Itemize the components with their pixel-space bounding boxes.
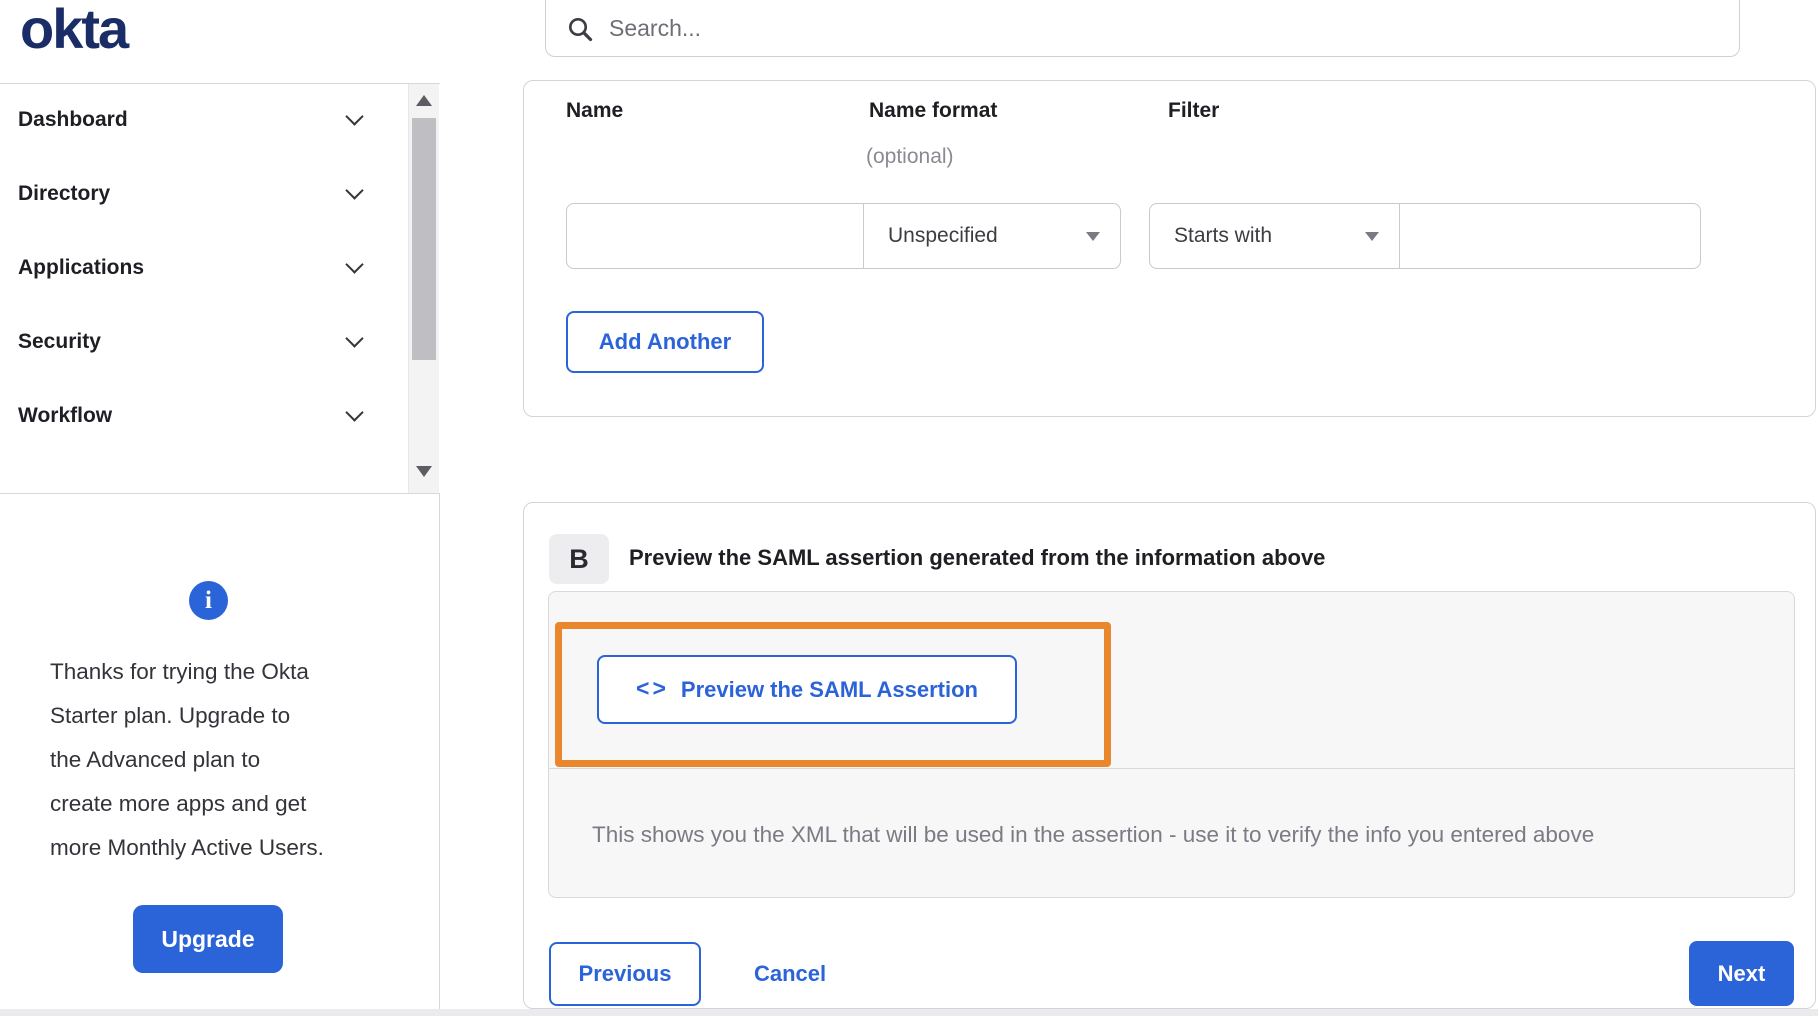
previous-button[interactable]: Previous (549, 942, 701, 1006)
sidebar-item-label: Workflow (18, 404, 113, 427)
global-search[interactable] (545, 0, 1740, 57)
name-format-value: Unspecified (888, 224, 998, 247)
section-b-badge: B (549, 534, 609, 584)
dropdown-arrow-icon (1086, 231, 1100, 241)
upgrade-message-line: Starter plan. Upgrade to (50, 703, 291, 728)
sidebar-item-workflow[interactable]: Workflow (0, 379, 407, 453)
search-icon (568, 17, 593, 41)
chevron-down-icon (345, 402, 364, 422)
preview-saml-card: B Preview the SAML assertion generated f… (523, 502, 1816, 1009)
attribute-statements-card: Name Name format (optional) Filter Unspe… (523, 80, 1816, 417)
upgrade-message-line: create more apps and get (50, 791, 307, 816)
sidebar-item-applications[interactable]: Applications (0, 231, 407, 305)
upgrade-message-line: Thanks for trying the Okta (50, 659, 309, 684)
sidebar-menu: Dashboard Directory Applications Securit… (0, 83, 440, 494)
section-b-title: Preview the SAML assertion generated fro… (629, 545, 1326, 570)
sidebar-item-label: Dashboard (18, 108, 128, 131)
upgrade-message: Thanks for trying the Okta Starter plan.… (50, 650, 324, 870)
cancel-link[interactable]: Cancel (748, 942, 832, 1006)
scroll-down-arrow-icon[interactable] (416, 466, 432, 477)
chevron-down-icon (345, 106, 364, 126)
chevron-down-icon (345, 180, 364, 200)
sidebar-item-label: Applications (18, 256, 145, 279)
filter-type-select[interactable]: Starts with (1149, 203, 1400, 269)
page-bottom-strip (0, 1009, 1818, 1016)
name-column-label: Name (566, 99, 624, 122)
preview-description: This shows you the XML that will be used… (592, 821, 1595, 847)
preview-button-row: <> Preview the SAML Assertion (549, 592, 1794, 769)
sidebar-item-label: Security (18, 330, 101, 353)
filter-value-input[interactable] (1400, 204, 1700, 268)
add-another-button[interactable]: Add Another (566, 311, 764, 373)
sidebar-item-dashboard[interactable]: Dashboard (0, 83, 407, 157)
sidebar-item-directory[interactable]: Directory (0, 157, 407, 231)
next-button[interactable]: Next (1689, 941, 1794, 1006)
info-icon: i (189, 581, 228, 620)
preview-description-row: This shows you the XML that will be used… (549, 770, 1794, 899)
preview-button-label: Preview the SAML Assertion (680, 676, 978, 702)
upgrade-message-line: the Advanced plan to (50, 747, 261, 772)
upgrade-message-line: more Monthly Active Users. (50, 835, 324, 860)
optional-label: (optional) (866, 145, 954, 168)
attribute-name-input[interactable] (567, 204, 863, 268)
scrollbar-thumb[interactable] (412, 118, 436, 360)
code-icon: <> (636, 675, 669, 701)
okta-logo: okta (20, 0, 129, 60)
filter-column-label: Filter (1168, 99, 1220, 122)
dropdown-arrow-icon (1365, 231, 1379, 241)
upgrade-button[interactable]: Upgrade (133, 905, 283, 973)
sidebar-item-label: Directory (18, 182, 111, 205)
attribute-name-field (566, 203, 864, 269)
scroll-up-arrow-icon[interactable] (416, 95, 432, 106)
search-input[interactable] (607, 14, 1657, 43)
name-format-column-label: Name format (869, 99, 998, 122)
preview-saml-assertion-button[interactable]: <> Preview the SAML Assertion (597, 655, 1017, 724)
preview-assertion-panel: <> Preview the SAML Assertion This shows… (548, 591, 1795, 898)
filter-type-value: Starts with (1174, 224, 1273, 247)
sidebar-item-security[interactable]: Security (0, 305, 407, 379)
okta-admin-screen: okta Dashboard Directory Applications Se… (0, 0, 1818, 1016)
name-format-select[interactable]: Unspecified (863, 203, 1121, 269)
chevron-down-icon (345, 328, 364, 348)
filter-value-field (1399, 203, 1701, 269)
sidebar-scrollbar[interactable] (408, 84, 439, 493)
chevron-down-icon (345, 254, 364, 274)
